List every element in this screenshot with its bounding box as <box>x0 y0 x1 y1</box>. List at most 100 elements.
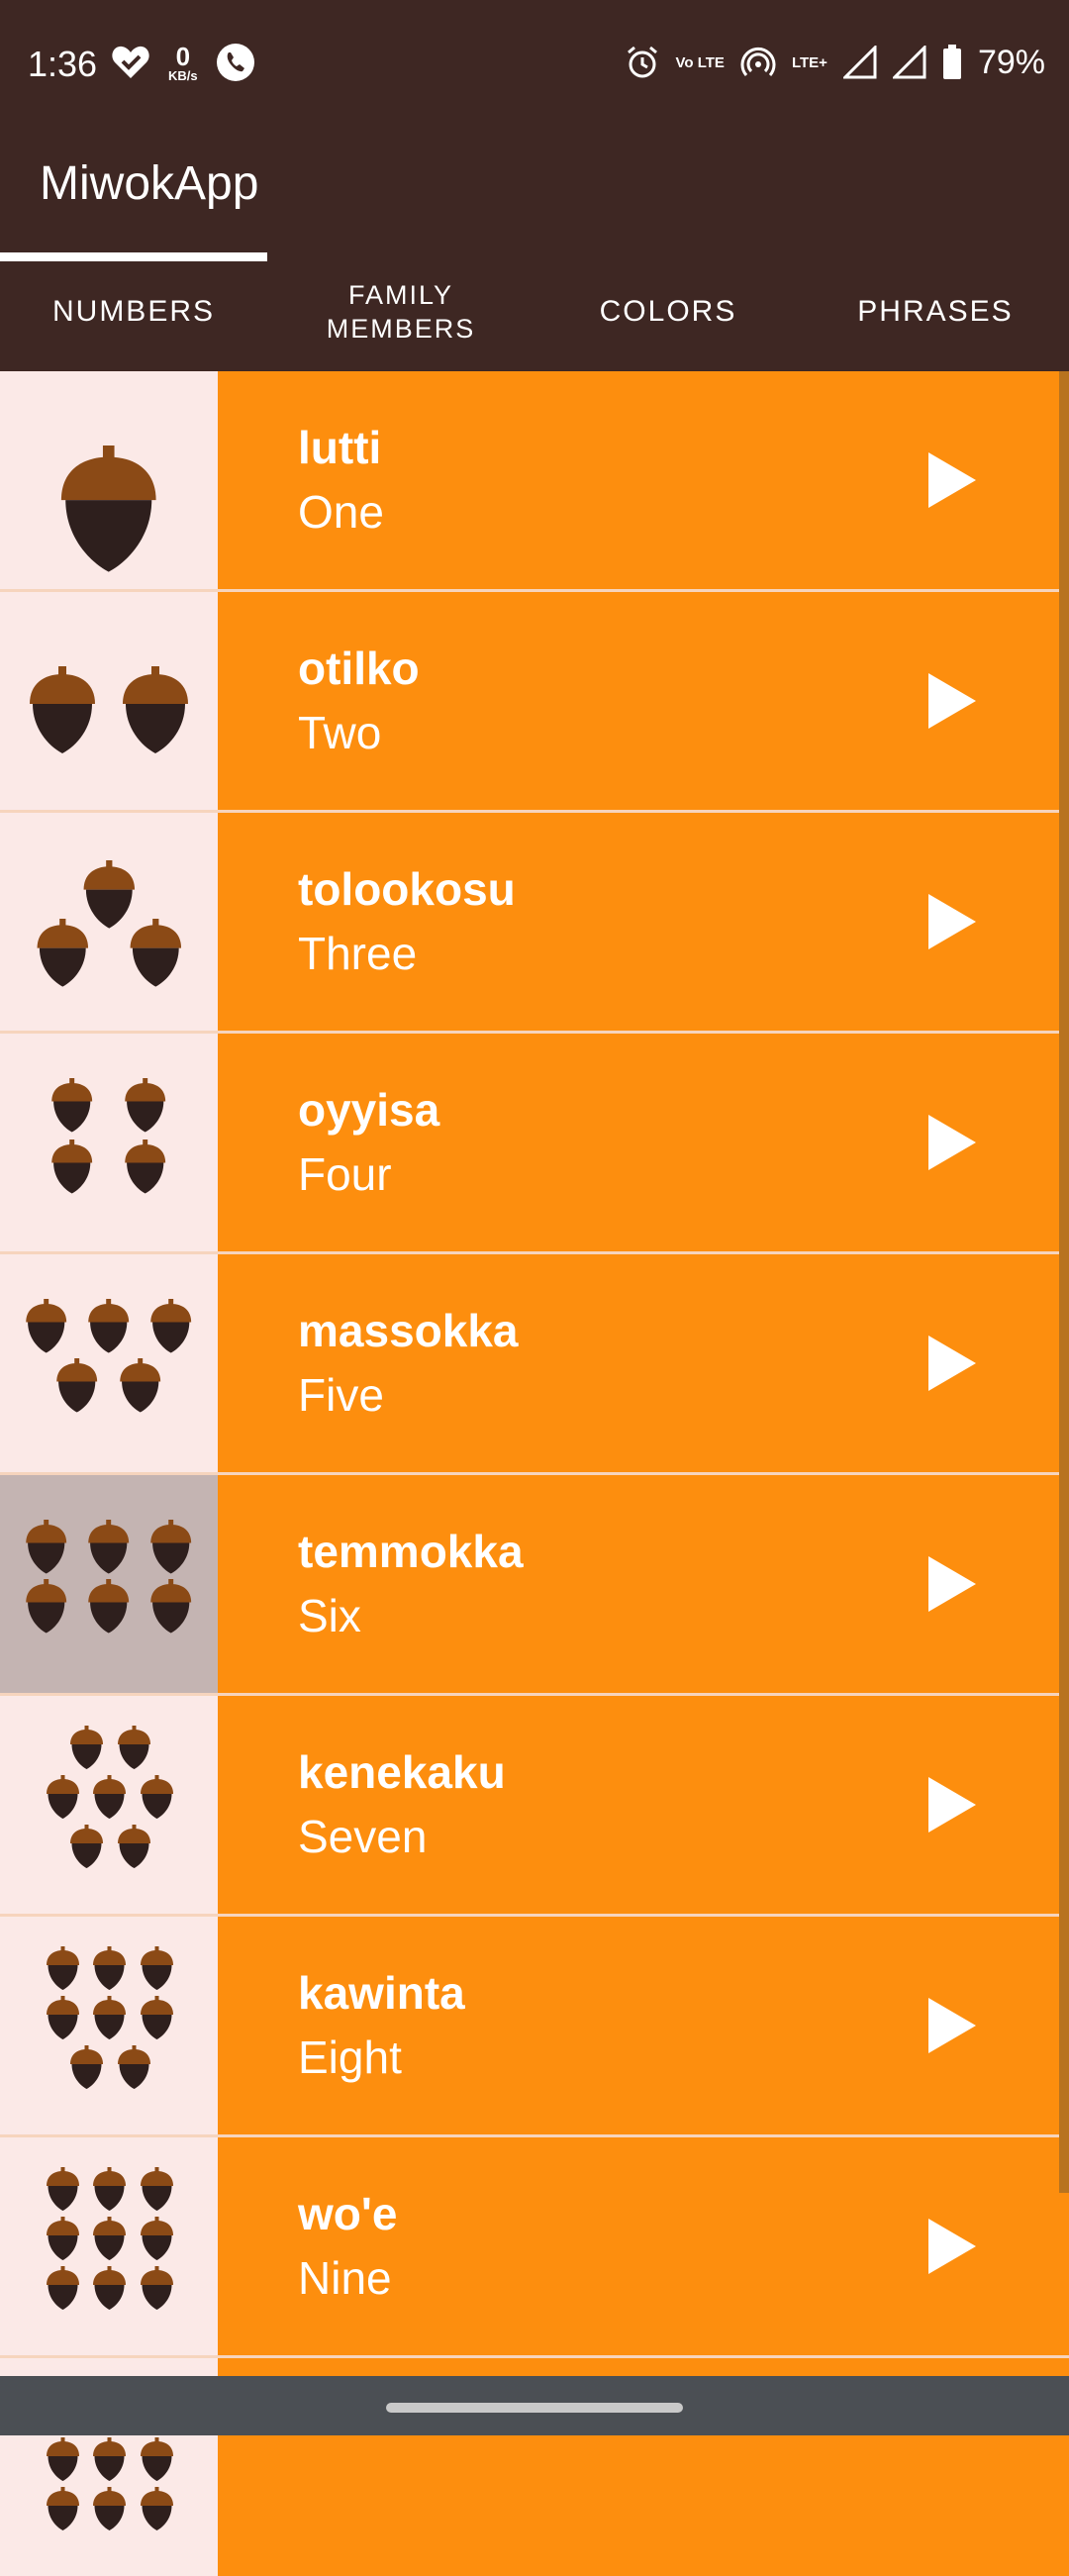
list-item[interactable]: temmokka Six <box>0 1475 1069 1696</box>
acorn-image <box>0 1696 218 1914</box>
acorn-icon <box>92 2217 126 2260</box>
signal-strength-2-icon <box>892 46 926 79</box>
battery-icon <box>942 45 961 79</box>
tab-label: PHRASES <box>857 295 1014 328</box>
list-item[interactable]: otilko Two <box>0 592 1069 813</box>
list-item[interactable]: wo'e Nine <box>0 2137 1069 2358</box>
english-word: Five <box>298 1369 384 1421</box>
phone-call-icon <box>216 44 254 81</box>
acorn-icon <box>150 1579 192 1634</box>
word-text-container[interactable]: massokka Five <box>218 1254 1069 1472</box>
acorn-icon <box>117 1726 150 1769</box>
acorn-icon <box>46 2437 79 2481</box>
word-text-container[interactable]: kenekaku Seven <box>218 1696 1069 1914</box>
acorn-icon <box>46 2487 79 2530</box>
status-right-icons: Vo LTE LTE+ 79% <box>625 42 1045 83</box>
tab-family-members[interactable]: FAMILY MEMBERS <box>267 252 534 371</box>
acorn-image <box>0 1917 218 2134</box>
tab-phrases[interactable]: PHRASES <box>802 252 1069 371</box>
acorn-icon <box>26 1299 67 1353</box>
acorn-image <box>0 1034 218 1251</box>
tab-label: FAMILY MEMBERS <box>326 280 476 344</box>
acorn-icon <box>92 2167 126 2211</box>
play-icon[interactable] <box>924 1334 980 1393</box>
home-gesture-handle[interactable] <box>386 2403 683 2413</box>
acorn-icon <box>46 2167 79 2211</box>
tab-numbers[interactable]: NUMBERS <box>0 252 267 371</box>
acorn-icon <box>92 1946 126 1990</box>
english-word: Eight <box>298 2031 402 2083</box>
navigation-bar <box>0 2376 1069 2435</box>
play-icon[interactable] <box>924 1554 980 1614</box>
acorn-icon <box>120 1358 161 1413</box>
acorn-image <box>0 371 218 589</box>
miwok-word: kenekaku <box>298 1746 506 1798</box>
list-item[interactable]: massokka Five <box>0 1254 1069 1475</box>
play-icon[interactable] <box>924 671 980 731</box>
acorn-icon <box>26 1520 67 1574</box>
acorn-image <box>0 592 218 810</box>
acorn-icon <box>140 2217 173 2260</box>
list-item[interactable]: kenekaku Seven <box>0 1696 1069 1917</box>
acorn-icon <box>46 2266 79 2310</box>
word-text-container[interactable]: temmokka Six <box>218 1475 1069 1693</box>
play-icon[interactable] <box>924 1996 980 2055</box>
acorn-icon <box>69 2045 103 2089</box>
acorn-icon <box>92 2266 126 2310</box>
word-text-container[interactable]: lutti One <box>218 371 1069 589</box>
acorn-icon <box>150 1520 192 1574</box>
network-speed: 0 KB/s <box>168 41 198 83</box>
miwok-word: wo'e <box>298 2188 398 2239</box>
list-item[interactable]: tolookosu Three <box>0 813 1069 1034</box>
acorn-icon <box>46 1996 79 2039</box>
alarm-icon <box>627 46 657 78</box>
acorn-icon <box>92 2437 126 2481</box>
app-title: MiwokApp <box>40 157 259 210</box>
acorn-icon <box>130 919 181 987</box>
acorn-icon <box>92 1996 126 2039</box>
acorn-icon <box>46 1946 79 1990</box>
acorn-icon <box>150 1299 192 1353</box>
play-icon[interactable] <box>924 2217 980 2276</box>
status-time: 1:36 <box>28 44 98 84</box>
acorn-image <box>0 1475 218 1693</box>
acorn-icon <box>140 1775 173 1819</box>
play-icon[interactable] <box>924 1775 980 1834</box>
acorn-icon <box>125 1078 166 1133</box>
miwok-word: oyyisa <box>298 1084 440 1136</box>
acorn-image <box>0 2137 218 2355</box>
acorn-icon <box>69 1726 103 1769</box>
tab-bar: NUMBERS FAMILY MEMBERS COLORS PHRASES <box>0 252 1069 371</box>
play-icon[interactable] <box>924 450 980 510</box>
miwok-word: temmokka <box>298 1526 524 1577</box>
list-item[interactable]: oyyisa Four <box>0 1034 1069 1254</box>
selected-tab-indicator <box>0 252 267 261</box>
acorn-icon <box>140 1996 173 2039</box>
word-text-container[interactable]: oyyisa Four <box>218 1034 1069 1251</box>
miwok-word: massokka <box>298 1305 519 1356</box>
hotspot-icon <box>740 47 776 76</box>
scrollbar[interactable] <box>1059 371 1069 2193</box>
english-word: Six <box>298 1590 361 1641</box>
english-word: Four <box>298 1148 392 1200</box>
tab-colors[interactable]: COLORS <box>534 252 802 371</box>
list-item[interactable]: lutti One <box>0 371 1069 592</box>
word-text-container[interactable]: tolookosu Three <box>218 813 1069 1031</box>
acorn-icon <box>117 1825 150 1868</box>
acorn-icon <box>26 1579 67 1634</box>
acorn-image <box>0 1254 218 1472</box>
health-heart-icon <box>112 46 149 78</box>
acorn-icon <box>140 2167 173 2211</box>
play-icon[interactable] <box>924 1113 980 1172</box>
acorn-icon <box>61 446 156 572</box>
word-text-container[interactable]: wo'e Nine <box>218 2137 1069 2355</box>
tab-label: COLORS <box>599 295 737 328</box>
miwok-word: kawinta <box>298 1967 465 2019</box>
word-text-container[interactable]: otilko Two <box>218 592 1069 810</box>
play-icon[interactable] <box>924 892 980 951</box>
acorn-icon <box>56 1358 98 1413</box>
list-item[interactable]: kawinta Eight <box>0 1917 1069 2137</box>
word-text-container[interactable]: kawinta Eight <box>218 1917 1069 2134</box>
acorn-icon <box>46 1775 79 1819</box>
tab-label: NUMBERS <box>51 295 215 328</box>
